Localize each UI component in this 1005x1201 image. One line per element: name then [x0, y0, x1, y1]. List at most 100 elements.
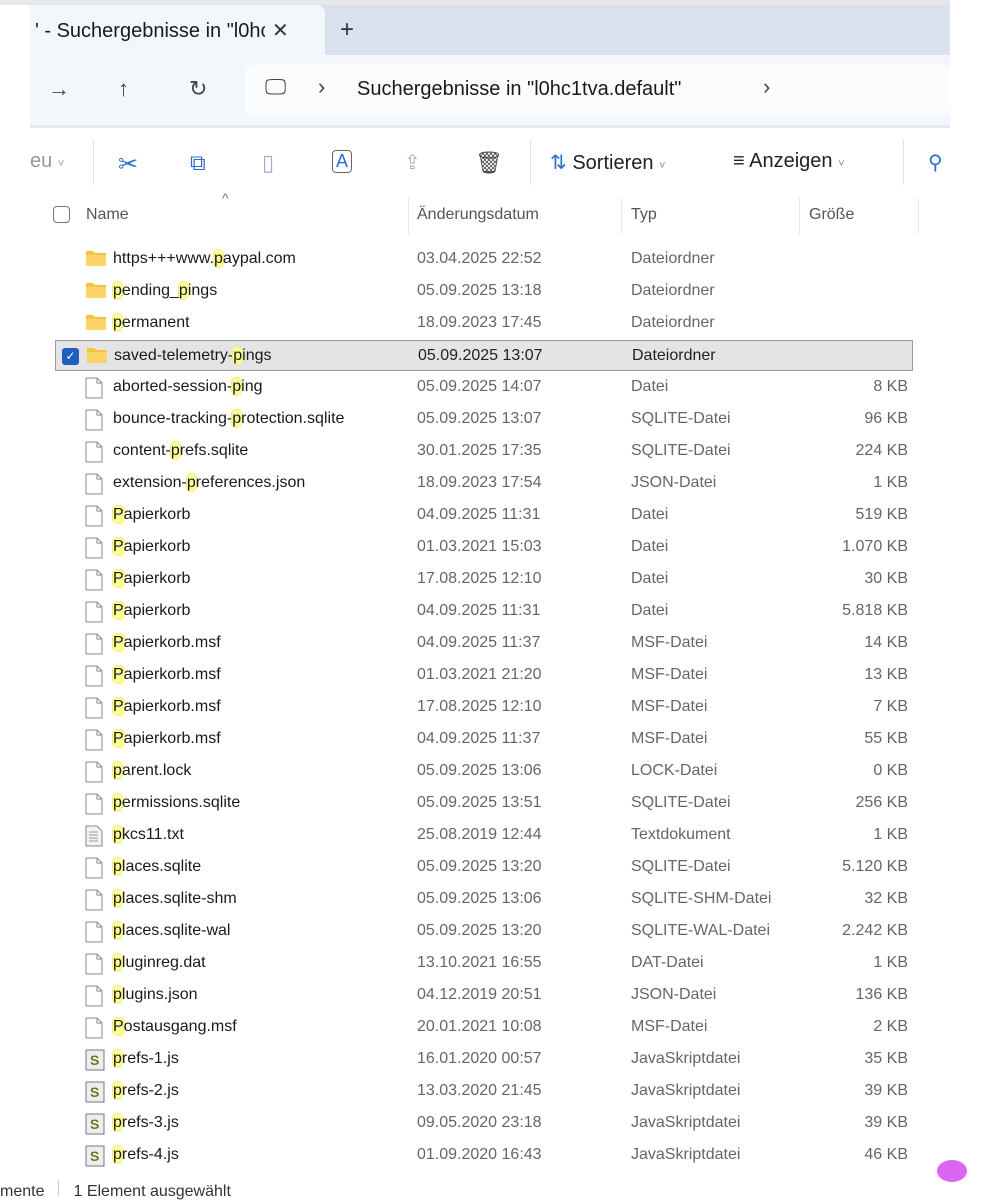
file-row[interactable]: pending_pings 05.09.2025 13:18 Dateiordner	[55, 276, 913, 307]
paste-icon[interactable]: ▯	[262, 150, 274, 176]
file-name[interactable]: Papierkorb	[113, 538, 190, 556]
column-header-date[interactable]: Änderungsdatum	[417, 206, 539, 224]
file-icon	[85, 793, 107, 815]
file-name[interactable]: pending_pings	[113, 282, 217, 300]
column-divider[interactable]	[799, 198, 800, 234]
filter-icon[interactable]: ⚲	[928, 150, 943, 175]
file-name[interactable]: prefs-1.js	[113, 1050, 179, 1068]
file-name[interactable]: permanent	[113, 314, 190, 332]
file-name[interactable]: places.sqlite-shm	[113, 890, 237, 908]
share-icon[interactable]: ⇪	[404, 150, 421, 175]
file-type: MSF-Datei	[631, 666, 708, 683]
file-row[interactable]: Papierkorb 04.09.2025 11:31 Datei 519 KB	[55, 500, 913, 531]
file-name[interactable]: aborted-session-ping	[113, 378, 263, 396]
file-row[interactable]: ✓ saved-telemetry-pings 05.09.2025 13:07 Da…	[55, 340, 913, 371]
file-name[interactable]: bounce-tracking-protection.sqlite	[113, 410, 344, 428]
file-name[interactable]: prefs-4.js	[113, 1146, 179, 1164]
row-checkbox[interactable]: ✓	[62, 348, 79, 365]
file-row[interactable]: Papierkorb.msf 04.09.2025 11:37 MSF-Datei 1…	[55, 628, 913, 659]
file-name[interactable]: Papierkorb	[113, 602, 190, 620]
file-row[interactable]: content-prefs.sqlite 30.01.2025 17:35 SQLI…	[55, 436, 913, 467]
file-row[interactable]: parent.lock 05.09.2025 13:06 LOCK-Datei 0 K…	[55, 756, 913, 787]
file-name[interactable]: Papierkorb.msf	[113, 634, 221, 652]
file-row[interactable]: Papierkorb.msf 04.09.2025 11:37 MSF-Datei 5…	[55, 724, 913, 755]
cut-icon[interactable]: ✂	[118, 150, 138, 179]
file-row[interactable]: Papierkorb 04.09.2025 11:31 Datei 5.818 KB	[55, 596, 913, 627]
delete-icon[interactable]: 🗑	[475, 150, 503, 176]
address-path[interactable]: Suchergebnisse in "l0hc1tva.default"	[357, 78, 681, 101]
file-name[interactable]: Postausgang.msf	[113, 1018, 237, 1036]
forward-icon[interactable]: →	[48, 76, 70, 102]
chevron-right-icon[interactable]: ›	[763, 74, 770, 100]
file-name[interactable]: content-prefs.sqlite	[113, 442, 248, 460]
file-name[interactable]: parent.lock	[113, 762, 191, 780]
select-all-checkbox[interactable]	[53, 206, 70, 223]
file-type: MSF-Datei	[631, 730, 708, 747]
file-size: 32 KB	[864, 890, 908, 907]
file-name[interactable]: Papierkorb.msf	[113, 666, 221, 684]
file-name[interactable]: saved-telemetry-pings	[114, 347, 272, 365]
file-size: 8 KB	[873, 378, 908, 395]
file-type: Textdokument	[631, 826, 731, 843]
file-row[interactable]: permissions.sqlite 05.09.2025 13:51 SQLITE…	[55, 788, 913, 819]
file-row[interactable]: places.sqlite 05.09.2025 13:20 SQLITE-Date…	[55, 852, 913, 883]
file-name[interactable]: pluginreg.dat	[113, 954, 206, 972]
view-button[interactable]: ≡ Anzeigen ˅	[733, 150, 845, 173]
file-date: 05.09.2025 13:07	[417, 410, 542, 427]
file-row[interactable]: bounce-tracking-protection.sqlite 05.09.2…	[55, 404, 913, 435]
new-button[interactable]: eu ˅	[30, 150, 64, 173]
chevron-right-icon[interactable]: ›	[318, 74, 325, 100]
column-divider[interactable]	[918, 198, 919, 234]
file-row[interactable]: permanent 18.09.2023 17:45 Dateiordner	[55, 308, 913, 339]
column-header-type[interactable]: Typ	[631, 206, 657, 224]
file-row[interactable]: Sprefs-2.js 13.03.2020 21:45 JavaSkriptdat…	[55, 1076, 913, 1107]
copy-icon[interactable]: ⧉	[190, 150, 206, 176]
file-row[interactable]: Papierkorb 17.08.2025 12:10 Datei 30 KB	[55, 564, 913, 595]
column-divider[interactable]	[408, 198, 409, 234]
refresh-icon[interactable]: ↻	[189, 76, 207, 102]
column-header-size[interactable]: Größe	[809, 206, 854, 224]
file-name[interactable]: places.sqlite	[113, 858, 201, 876]
file-name[interactable]: Papierkorb	[113, 570, 190, 588]
column-header-name[interactable]: Name	[86, 206, 129, 224]
file-name[interactable]: places.sqlite-wal	[113, 922, 230, 940]
file-size: 2 KB	[873, 1018, 908, 1035]
view-label: Anzeigen	[749, 150, 833, 172]
file-size: 136 KB	[855, 986, 908, 1003]
file-size: 96 KB	[864, 410, 908, 427]
file-row[interactable]: pluginreg.dat 13.10.2021 16:55 DAT-Datei 1 …	[55, 948, 913, 979]
file-row[interactable]: Papierkorb.msf 17.08.2025 12:10 MSF-Datei 7…	[55, 692, 913, 723]
file-row[interactable]: https+++www.paypal.com 03.04.2025 22:52 Da…	[55, 244, 913, 275]
file-row[interactable]: pkcs11.txt 25.08.2019 12:44 Textdokument 1 …	[55, 820, 913, 851]
file-row[interactable]: places.sqlite-wal 05.09.2025 13:20 SQLITE-…	[55, 916, 913, 947]
file-name[interactable]: Papierkorb.msf	[113, 730, 221, 748]
file-row[interactable]: extension-preferences.json 18.09.2023 17:…	[55, 468, 913, 499]
rename-icon[interactable]: A	[332, 150, 353, 173]
file-row[interactable]: Sprefs-4.js 01.09.2020 16:43 JavaSkriptdat…	[55, 1140, 913, 1171]
file-row[interactable]: Sprefs-1.js 16.01.2020 00:57 JavaSkriptdat…	[55, 1044, 913, 1075]
file-name[interactable]: prefs-2.js	[113, 1082, 179, 1100]
js-icon: S	[85, 1145, 107, 1167]
file-row[interactable]: Papierkorb 01.03.2021 15:03 Datei 1.070 KB	[55, 532, 913, 563]
file-name[interactable]: Papierkorb	[113, 506, 190, 524]
file-row[interactable]: places.sqlite-shm 05.09.2025 13:06 SQLITE-…	[55, 884, 913, 915]
file-row[interactable]: Sprefs-3.js 09.05.2020 23:18 JavaSkriptdat…	[55, 1108, 913, 1139]
file-name[interactable]: extension-preferences.json	[113, 474, 305, 492]
file-name[interactable]: pkcs11.txt	[113, 826, 184, 844]
file-row[interactable]: aborted-session-ping 05.09.2025 14:07 Date…	[55, 372, 913, 403]
file-name[interactable]: Papierkorb.msf	[113, 698, 221, 716]
file-row[interactable]: plugins.json 04.12.2019 20:51 JSON-Datei 13…	[55, 980, 913, 1011]
file-name[interactable]: permissions.sqlite	[113, 794, 240, 812]
up-icon[interactable]: ↑	[118, 76, 129, 102]
tab-title[interactable]: ' - Suchergebnisse in "l0hc1tva.default"	[35, 20, 265, 43]
close-tab-icon[interactable]: ✕	[272, 18, 289, 43]
file-row[interactable]: Papierkorb.msf 01.03.2021 21:20 MSF-Datei 1…	[55, 660, 913, 691]
file-name[interactable]: plugins.json	[113, 986, 198, 1004]
sort-button[interactable]: ⇅ Sortieren ˅	[550, 150, 665, 175]
file-name[interactable]: prefs-3.js	[113, 1114, 179, 1132]
file-row[interactable]: Postausgang.msf 20.01.2021 10:08 MSF-Datei…	[55, 1012, 913, 1043]
new-tab-button[interactable]: +	[340, 16, 354, 44]
folder-icon	[85, 281, 107, 301]
file-name[interactable]: https+++www.paypal.com	[113, 250, 296, 268]
column-divider[interactable]	[621, 198, 622, 234]
